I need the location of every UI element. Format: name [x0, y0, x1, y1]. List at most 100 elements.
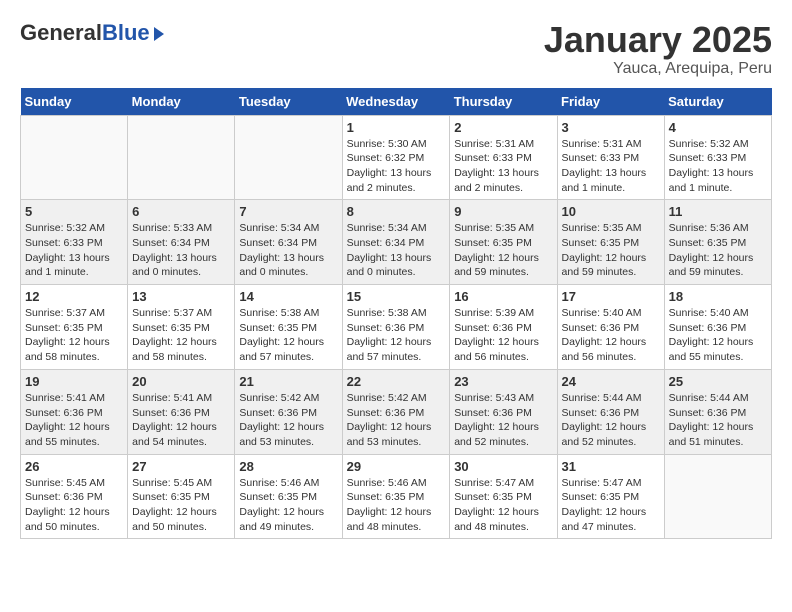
day-number: 23	[454, 374, 552, 389]
calendar-week-row: 26Sunrise: 5:45 AMSunset: 6:36 PMDayligh…	[21, 454, 772, 539]
calendar-week-row: 5Sunrise: 5:32 AMSunset: 6:33 PMDaylight…	[21, 200, 772, 285]
day-info: Sunrise: 5:30 AMSunset: 6:32 PMDaylight:…	[347, 137, 446, 196]
day-info: Sunrise: 5:41 AMSunset: 6:36 PMDaylight:…	[132, 391, 230, 450]
weekday-header: Monday	[128, 88, 235, 116]
day-number: 16	[454, 289, 552, 304]
day-number: 28	[239, 459, 337, 474]
calendar-cell: 21Sunrise: 5:42 AMSunset: 6:36 PMDayligh…	[235, 369, 342, 454]
day-info: Sunrise: 5:42 AMSunset: 6:36 PMDaylight:…	[347, 391, 446, 450]
day-info: Sunrise: 5:32 AMSunset: 6:33 PMDaylight:…	[669, 137, 767, 196]
calendar-week-row: 12 Sunrise: 5:37 AMSunset: 6:35 PMDayligh…	[21, 285, 772, 370]
calendar-cell: 18Sunrise: 5:40 AMSunset: 6:36 PMDayligh…	[664, 285, 771, 370]
weekday-header: Saturday	[664, 88, 771, 116]
weekday-header: Wednesday	[342, 88, 450, 116]
day-number: 11	[669, 204, 767, 219]
calendar-week-row: 1 Sunrise: 5:30 AMSunset: 6:32 PMDaylight…	[21, 115, 772, 200]
day-info: Sunrise: 5:47 AMSunset: 6:35 PMDaylight:…	[562, 476, 660, 535]
day-number: 15	[347, 289, 446, 304]
calendar-cell: 26Sunrise: 5:45 AMSunset: 6:36 PMDayligh…	[21, 454, 128, 539]
calendar-cell	[128, 115, 235, 200]
day-info: Sunrise: 5:32 AMSunset: 6:33 PMDaylight:…	[25, 221, 123, 280]
title-block: January 2025 Yauca, Arequipa, Peru	[544, 20, 772, 78]
page-subtitle: Yauca, Arequipa, Peru	[544, 60, 772, 78]
day-number: 13	[132, 289, 230, 304]
day-info: Sunrise: 5:33 AMSunset: 6:34 PMDaylight:…	[132, 221, 230, 280]
day-number: 31	[562, 459, 660, 474]
day-number: 17	[562, 289, 660, 304]
day-number: 24	[562, 374, 660, 389]
day-number: 7	[239, 204, 337, 219]
day-number: 2	[454, 120, 552, 135]
weekday-header: Tuesday	[235, 88, 342, 116]
calendar-header-row: SundayMondayTuesdayWednesdayThursdayFrid…	[21, 88, 772, 116]
calendar-cell: 1 Sunrise: 5:30 AMSunset: 6:32 PMDaylight…	[342, 115, 450, 200]
calendar-cell: 24 Sunrise: 5:44 AMSunset: 6:36 PMDayligh…	[557, 369, 664, 454]
day-info: Sunrise: 5:36 AMSunset: 6:35 PMDaylight:…	[669, 221, 767, 280]
calendar-cell: 13 Sunrise: 5:37 AMSunset: 6:35 PMDayligh…	[128, 285, 235, 370]
day-info: Sunrise: 5:46 AMSunset: 6:35 PMDaylight:…	[347, 476, 446, 535]
calendar-cell: 6Sunrise: 5:33 AMSunset: 6:34 PMDaylight…	[128, 200, 235, 285]
logo: General Blue	[20, 20, 164, 46]
day-number: 14	[239, 289, 337, 304]
calendar-cell	[664, 454, 771, 539]
calendar-cell: 30 Sunrise: 5:47 AMSunset: 6:35 PMDayligh…	[450, 454, 557, 539]
calendar-cell: 9Sunrise: 5:35 AMSunset: 6:35 PMDaylight…	[450, 200, 557, 285]
calendar-cell: 27 Sunrise: 5:45 AMSunset: 6:35 PMDayligh…	[128, 454, 235, 539]
calendar-cell: 8 Sunrise: 5:34 AMSunset: 6:34 PMDaylight…	[342, 200, 450, 285]
day-number: 21	[239, 374, 337, 389]
calendar-cell: 12Sunrise: 5:37 AMSunset: 6:35 PMDayligh…	[21, 285, 128, 370]
page-header: General Blue January 2025 Yauca, Arequip…	[20, 20, 772, 78]
day-number: 27	[132, 459, 230, 474]
calendar-cell: 22Sunrise: 5:42 AMSunset: 6:36 PMDayligh…	[342, 369, 450, 454]
day-number: 1	[347, 120, 446, 135]
day-number: 20	[132, 374, 230, 389]
calendar-table: SundayMondayTuesdayWednesdayThursdayFrid…	[20, 88, 772, 540]
day-info: Sunrise: 5:38 AMSunset: 6:36 PMDaylight:…	[347, 306, 446, 365]
day-info: Sunrise: 5:39 AMSunset: 6:36 PMDaylight:…	[454, 306, 552, 365]
day-info: Sunrise: 5:40 AMSunset: 6:36 PMDaylight:…	[562, 306, 660, 365]
day-info: Sunrise: 5:43 AMSunset: 6:36 PMDaylight:…	[454, 391, 552, 450]
day-info: Sunrise: 5:34 AMSunset: 6:34 PMDaylight:…	[347, 221, 446, 280]
calendar-week-row: 19 Sunrise: 5:41 AMSunset: 6:36 PMDayligh…	[21, 369, 772, 454]
calendar-cell: 20 Sunrise: 5:41 AMSunset: 6:36 PMDayligh…	[128, 369, 235, 454]
calendar-cell: 14Sunrise: 5:38 AMSunset: 6:35 PMDayligh…	[235, 285, 342, 370]
calendar-cell: 25 Sunrise: 5:44 AMSunset: 6:36 PMDayligh…	[664, 369, 771, 454]
calendar-cell: 10 Sunrise: 5:35 AMSunset: 6:35 PMDayligh…	[557, 200, 664, 285]
day-number: 26	[25, 459, 123, 474]
logo-arrow-icon	[154, 27, 164, 41]
calendar-cell: 19Sunrise: 5:41 AMSunset: 6:36 PMDayligh…	[21, 369, 128, 454]
day-number: 19	[25, 374, 123, 389]
day-info: Sunrise: 5:47 AMSunset: 6:35 PMDaylight:…	[454, 476, 552, 535]
day-number: 4	[669, 120, 767, 135]
weekday-header: Friday	[557, 88, 664, 116]
calendar-cell: 16 Sunrise: 5:39 AMSunset: 6:36 PMDayligh…	[450, 285, 557, 370]
day-info: Sunrise: 5:37 AMSunset: 6:35 PMDaylight:…	[132, 306, 230, 365]
day-info: Sunrise: 5:35 AMSunset: 6:35 PMDaylight:…	[454, 221, 552, 280]
day-number: 8	[347, 204, 446, 219]
calendar-cell: 3 Sunrise: 5:31 AMSunset: 6:33 PMDaylight…	[557, 115, 664, 200]
day-info: Sunrise: 5:34 AMSunset: 6:34 PMDaylight:…	[239, 221, 337, 280]
calendar-cell: 7 Sunrise: 5:34 AMSunset: 6:34 PMDaylight…	[235, 200, 342, 285]
day-number: 12	[25, 289, 123, 304]
day-info: Sunrise: 5:35 AMSunset: 6:35 PMDaylight:…	[562, 221, 660, 280]
calendar-cell: 31 Sunrise: 5:47 AMSunset: 6:35 PMDayligh…	[557, 454, 664, 539]
day-number: 3	[562, 120, 660, 135]
calendar-cell: 2 Sunrise: 5:31 AMSunset: 6:33 PMDaylight…	[450, 115, 557, 200]
day-info: Sunrise: 5:44 AMSunset: 6:36 PMDaylight:…	[669, 391, 767, 450]
day-info: Sunrise: 5:31 AMSunset: 6:33 PMDaylight:…	[562, 137, 660, 196]
calendar-cell: 4 Sunrise: 5:32 AMSunset: 6:33 PMDaylight…	[664, 115, 771, 200]
day-number: 30	[454, 459, 552, 474]
calendar-cell	[21, 115, 128, 200]
calendar-cell	[235, 115, 342, 200]
calendar-cell: 11 Sunrise: 5:36 AMSunset: 6:35 PMDayligh…	[664, 200, 771, 285]
day-info: Sunrise: 5:44 AMSunset: 6:36 PMDaylight:…	[562, 391, 660, 450]
day-number: 25	[669, 374, 767, 389]
day-info: Sunrise: 5:31 AMSunset: 6:33 PMDaylight:…	[454, 137, 552, 196]
calendar-cell: 29Sunrise: 5:46 AMSunset: 6:35 PMDayligh…	[342, 454, 450, 539]
day-number: 10	[562, 204, 660, 219]
calendar-cell: 28Sunrise: 5:46 AMSunset: 6:35 PMDayligh…	[235, 454, 342, 539]
day-info: Sunrise: 5:45 AMSunset: 6:35 PMDaylight:…	[132, 476, 230, 535]
day-number: 18	[669, 289, 767, 304]
calendar-cell: 15 Sunrise: 5:38 AMSunset: 6:36 PMDayligh…	[342, 285, 450, 370]
calendar-cell: 17 Sunrise: 5:40 AMSunset: 6:36 PMDayligh…	[557, 285, 664, 370]
